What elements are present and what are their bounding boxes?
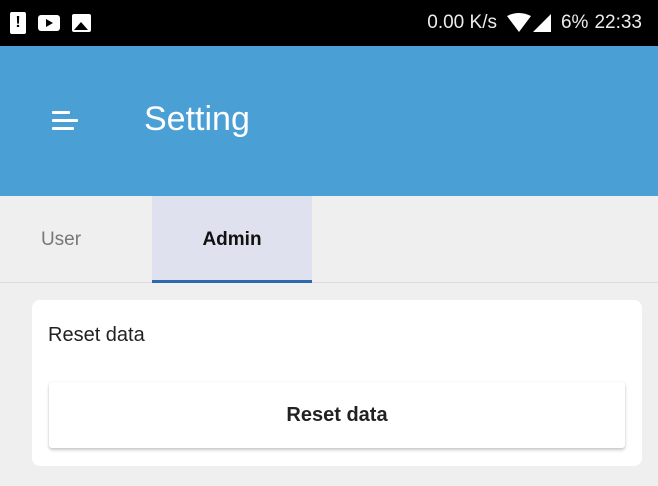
network-speed: 0.00 K/s <box>427 12 497 33</box>
clock: 22:33 <box>594 12 642 33</box>
signal-icon <box>532 14 551 32</box>
image-icon <box>72 14 91 32</box>
status-left-icons: ! <box>10 12 91 34</box>
card-title: Reset data <box>48 324 145 346</box>
tab-user[interactable]: User <box>0 196 152 283</box>
app-bar: Setting <box>0 46 658 196</box>
tab-bar: User Admin <box>0 196 658 283</box>
screen: ! 0.00 K/s 6% 22:33 Setting User Admin R… <box>0 0 658 486</box>
status-right: 0.00 K/s 6% 22:33 <box>427 12 642 34</box>
reset-data-button[interactable]: Reset data <box>49 382 625 448</box>
wifi-icon <box>506 13 531 33</box>
youtube-icon <box>38 15 60 31</box>
alert-icon: ! <box>10 12 26 34</box>
tab-admin-label: Admin <box>202 228 262 250</box>
page-title: Setting <box>144 100 250 138</box>
battery-level: 6% <box>560 12 589 33</box>
menu-icon[interactable] <box>52 111 78 131</box>
reset-data-card: Reset data Reset data <box>32 300 642 466</box>
tab-user-label: User <box>40 228 82 250</box>
status-bar: ! 0.00 K/s 6% 22:33 <box>0 0 658 46</box>
tab-admin[interactable]: Admin <box>152 196 312 283</box>
